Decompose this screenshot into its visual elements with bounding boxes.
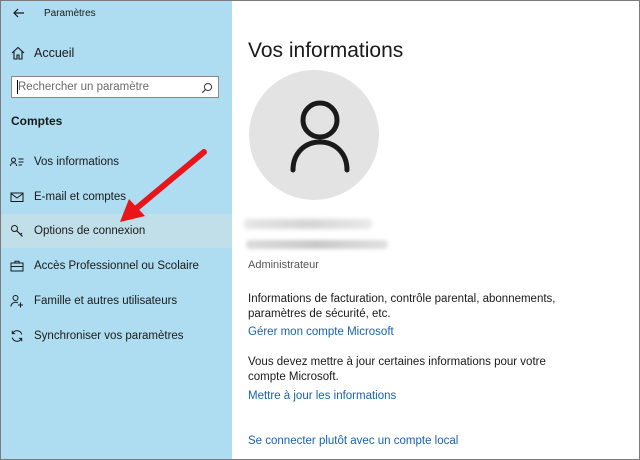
sidebar-item-acces-professionnel[interactable]: Accès Professionnel ou Scolaire bbox=[1, 249, 232, 283]
sidebar-item-label: Accès Professionnel ou Scolaire bbox=[34, 260, 199, 272]
person-card-icon bbox=[10, 155, 24, 169]
search-box[interactable] bbox=[11, 76, 219, 98]
home-icon bbox=[10, 45, 26, 61]
add-person-icon bbox=[10, 294, 24, 308]
mail-icon bbox=[10, 190, 24, 204]
home-nav-item[interactable]: Accueil bbox=[1, 39, 232, 67]
sidebar: Paramètres Accueil Comptes Vos informati… bbox=[1, 1, 232, 459]
key-icon bbox=[10, 224, 24, 238]
sidebar-item-vos-informations[interactable]: Vos informations bbox=[1, 145, 232, 179]
redacted-user-email bbox=[246, 240, 388, 249]
redacted-user-name bbox=[244, 219, 372, 229]
sidebar-item-famille[interactable]: Famille et autres utilisateurs bbox=[1, 284, 232, 318]
account-role: Administrateur bbox=[248, 259, 319, 271]
sidebar-item-label: E-mail et comptes bbox=[34, 191, 127, 203]
sidebar-item-label: Options de connexion bbox=[34, 225, 146, 237]
sidebar-item-label: Synchroniser vos paramètres bbox=[34, 330, 184, 342]
sidebar-item-options-de-connexion[interactable]: Options de connexion bbox=[1, 214, 232, 248]
sidebar-item-email-et-comptes[interactable]: E-mail et comptes bbox=[1, 180, 232, 214]
sidebar-item-label: Famille et autres utilisateurs bbox=[34, 295, 178, 307]
search-icon[interactable] bbox=[201, 81, 213, 94]
section-title: Comptes bbox=[11, 114, 63, 128]
home-label: Accueil bbox=[34, 46, 75, 60]
sidebar-item-synchroniser[interactable]: Synchroniser vos paramètres bbox=[1, 319, 232, 353]
back-arrow-icon[interactable] bbox=[11, 5, 27, 21]
page-title: Vos informations bbox=[248, 39, 404, 62]
local-account-link[interactable]: Se connecter plutôt avec un compte local bbox=[248, 435, 458, 447]
app-title: Paramètres bbox=[44, 8, 96, 19]
user-silhouette-icon bbox=[290, 100, 350, 173]
update-info-link[interactable]: Mettre à jour les informations bbox=[248, 390, 396, 402]
sync-icon bbox=[10, 329, 24, 343]
manage-account-link[interactable]: Gérer mon compte Microsoft bbox=[248, 326, 394, 338]
billing-info-text: Informations de facturation, contrôle pa… bbox=[248, 293, 556, 320]
briefcase-icon bbox=[10, 259, 24, 273]
search-input[interactable] bbox=[18, 79, 198, 95]
title-bar: Paramètres bbox=[1, 1, 232, 27]
avatar[interactable] bbox=[249, 70, 379, 200]
main-content: Vos informations Administrateur Informat… bbox=[232, 1, 639, 459]
update-info-text: Vous devez mettre à jour certaines infor… bbox=[248, 356, 546, 383]
sidebar-item-label: Vos informations bbox=[34, 156, 120, 168]
